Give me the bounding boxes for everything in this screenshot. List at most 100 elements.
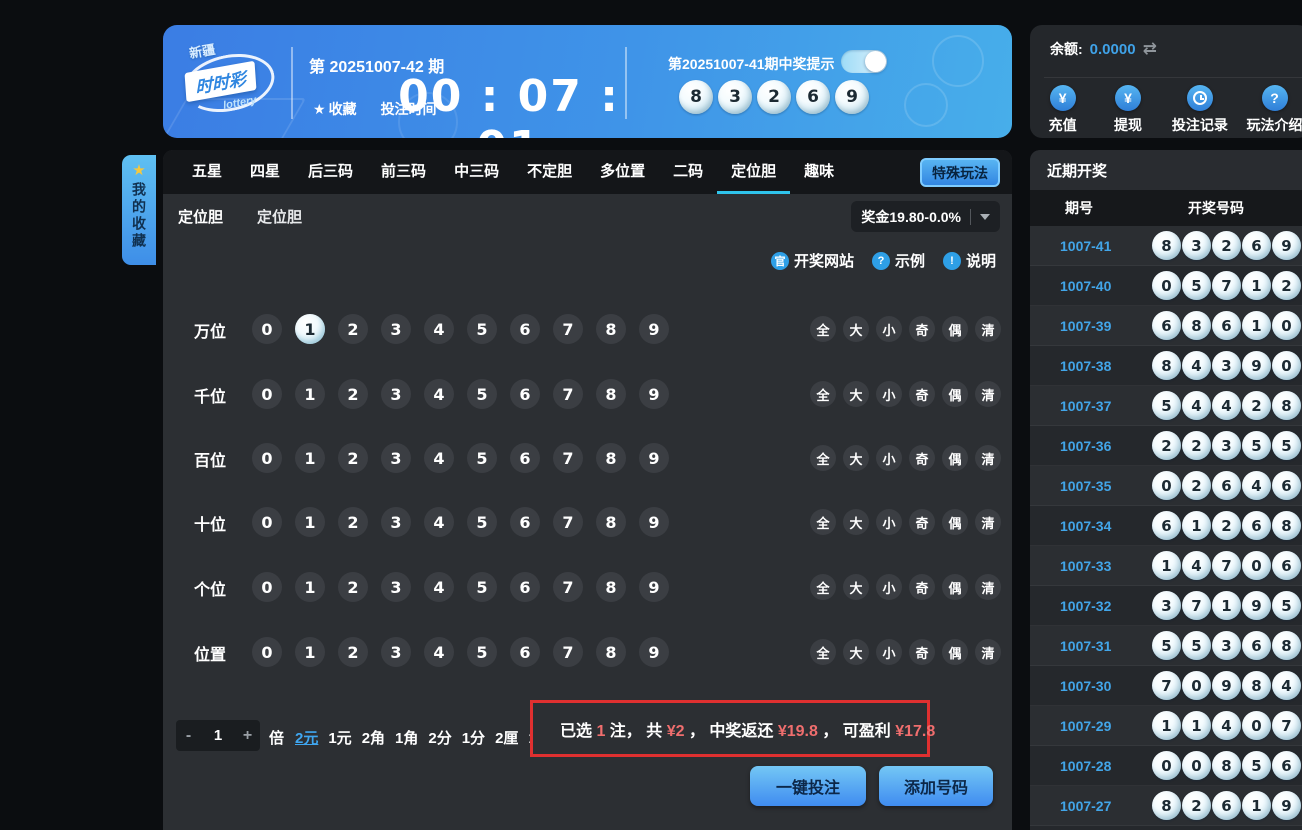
digit-ball-6[interactable]: 6 [510,379,540,409]
quick-全[interactable]: 全 [810,574,836,600]
period-link[interactable]: 1007-39 [1060,318,1130,334]
digit-ball-0[interactable]: 0 [252,379,282,409]
quick-全[interactable]: 全 [810,509,836,535]
digit-ball-2[interactable]: 2 [338,314,368,344]
digit-ball-1[interactable]: 1 [295,314,325,344]
subtab-0[interactable]: 定位胆 [178,206,223,227]
unit-2厘[interactable]: 2厘 [495,727,518,748]
tab-二码[interactable]: 二码 [659,150,717,194]
quick-偶[interactable]: 偶 [942,574,968,600]
tab-趣味[interactable]: 趣味 [790,150,848,194]
unit-1分[interactable]: 1分 [462,727,485,748]
tab-不定胆[interactable]: 不定胆 [513,150,586,194]
period-link[interactable]: 1007-35 [1060,478,1130,494]
unit-2分[interactable]: 2分 [428,727,451,748]
digit-ball-7[interactable]: 7 [553,314,583,344]
digit-ball-1[interactable]: 1 [295,379,325,409]
my-favorites-tab[interactable]: ★ 我的收藏 [122,155,156,265]
digit-ball-3[interactable]: 3 [381,572,411,602]
digit-ball-6[interactable]: 6 [510,443,540,473]
digit-ball-8[interactable]: 8 [596,572,626,602]
win-tip-toggle[interactable] [841,50,887,73]
period-link[interactable]: 1007-37 [1060,398,1130,414]
digit-ball-9[interactable]: 9 [639,637,669,667]
quick-大[interactable]: 大 [843,574,869,600]
quick-偶[interactable]: 偶 [942,381,968,407]
account-action-clock[interactable]: 投注记录 [1161,85,1239,135]
digit-ball-0[interactable]: 0 [252,507,282,537]
subtab-1[interactable]: 定位胆 [257,206,302,227]
digit-ball-2[interactable]: 2 [338,379,368,409]
favorite-button[interactable]: ★收藏 [313,99,357,119]
special-plays-button[interactable]: 特殊玩法 [920,158,1000,187]
quick-清[interactable]: 清 [975,381,1001,407]
digit-ball-7[interactable]: 7 [553,507,583,537]
digit-ball-6[interactable]: 6 [510,314,540,344]
quick-清[interactable]: 清 [975,445,1001,471]
period-link[interactable]: 1007-38 [1060,358,1130,374]
digit-ball-5[interactable]: 5 [467,637,497,667]
digit-ball-8[interactable]: 8 [596,314,626,344]
tab-四星[interactable]: 四星 [236,150,294,194]
quick-清[interactable]: 清 [975,316,1001,342]
digit-ball-2[interactable]: 2 [338,507,368,537]
minus-button[interactable]: - [176,727,201,745]
digit-ball-3[interactable]: 3 [381,507,411,537]
digit-ball-6[interactable]: 6 [510,572,540,602]
unit-2角[interactable]: 2角 [362,727,385,748]
quick-偶[interactable]: 偶 [942,639,968,665]
period-link[interactable]: 1007-33 [1060,558,1130,574]
digit-ball-0[interactable]: 0 [252,637,282,667]
tab-中三码[interactable]: 中三码 [440,150,513,194]
unit-1元[interactable]: 1元 [328,727,351,748]
digit-ball-7[interactable]: 7 [553,637,583,667]
period-link[interactable]: 1007-40 [1060,278,1130,294]
quick-奇[interactable]: 奇 [909,316,935,342]
tab-后三码[interactable]: 后三码 [294,150,367,194]
quick-奇[interactable]: 奇 [909,574,935,600]
tab-定位胆[interactable]: 定位胆 [717,150,790,194]
digit-ball-0[interactable]: 0 [252,443,282,473]
digit-ball-0[interactable]: 0 [252,572,282,602]
account-action-yen[interactable]: ¥提现 [1095,85,1160,135]
digit-ball-9[interactable]: 9 [639,572,669,602]
quick-全[interactable]: 全 [810,445,836,471]
period-link[interactable]: 1007-41 [1060,238,1130,254]
quick-大[interactable]: 大 [843,639,869,665]
quick-奇[interactable]: 奇 [909,509,935,535]
digit-ball-9[interactable]: 9 [639,314,669,344]
digit-ball-3[interactable]: 3 [381,443,411,473]
digit-ball-7[interactable]: 7 [553,379,583,409]
quick-小[interactable]: 小 [876,316,902,342]
period-link[interactable]: 1007-29 [1060,718,1130,734]
digit-ball-4[interactable]: 4 [424,314,454,344]
digit-ball-2[interactable]: 2 [338,572,368,602]
link-说明[interactable]: !说明 [943,250,996,271]
digit-ball-1[interactable]: 1 [295,443,325,473]
digit-ball-8[interactable]: 8 [596,379,626,409]
digit-ball-4[interactable]: 4 [424,637,454,667]
period-link[interactable]: 1007-31 [1060,638,1130,654]
tab-多位置[interactable]: 多位置 [586,150,659,194]
digit-ball-4[interactable]: 4 [424,507,454,537]
prize-rate-dropdown[interactable]: 奖金19.80-0.0% [851,201,1000,232]
quick-大[interactable]: 大 [843,445,869,471]
digit-ball-9[interactable]: 9 [639,379,669,409]
digit-ball-4[interactable]: 4 [424,379,454,409]
digit-ball-1[interactable]: 1 [295,637,325,667]
quick-偶[interactable]: 偶 [942,445,968,471]
digit-ball-2[interactable]: 2 [338,443,368,473]
digit-ball-4[interactable]: 4 [424,443,454,473]
quick-bet-button[interactable]: 一键投注 [750,766,866,806]
unit-1角[interactable]: 1角 [395,727,418,748]
quick-全[interactable]: 全 [810,639,836,665]
digit-ball-5[interactable]: 5 [467,314,497,344]
account-action-yen[interactable]: ¥充值 [1030,85,1095,135]
quick-全[interactable]: 全 [810,381,836,407]
quick-小[interactable]: 小 [876,509,902,535]
digit-ball-5[interactable]: 5 [467,379,497,409]
digit-ball-5[interactable]: 5 [467,572,497,602]
digit-ball-1[interactable]: 1 [295,507,325,537]
period-link[interactable]: 1007-28 [1060,758,1130,774]
link-开奖网站[interactable]: 官开奖网站 [771,250,854,271]
